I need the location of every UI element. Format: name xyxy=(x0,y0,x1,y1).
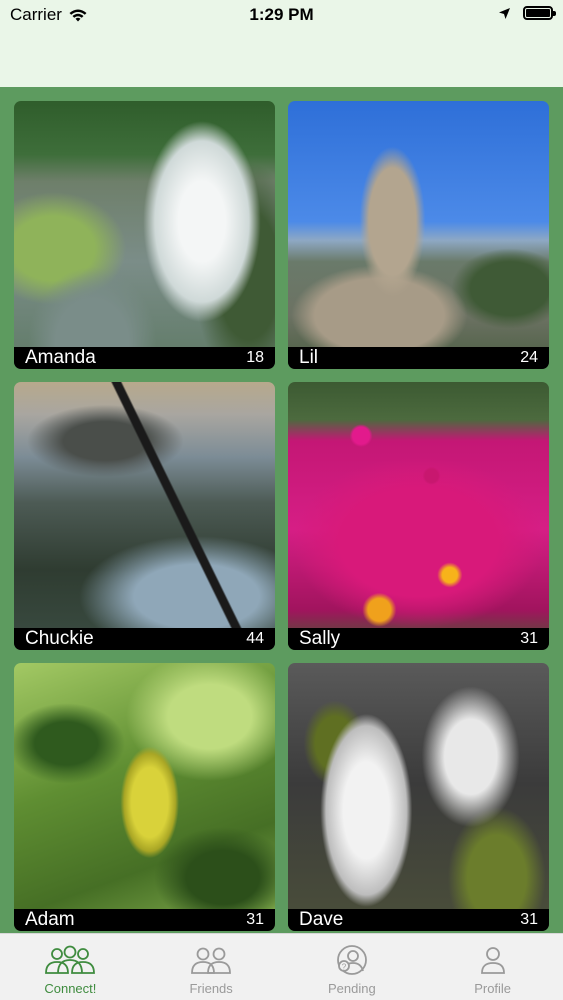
status-time: 1:29 PM xyxy=(249,5,314,24)
battery-icon xyxy=(523,6,556,20)
card-name: Sally xyxy=(299,628,341,649)
tab-profile[interactable]: Profile xyxy=(422,934,563,1000)
profile-icon xyxy=(465,944,521,976)
tab-label: Friends xyxy=(189,981,233,996)
card-adam[interactable]: Adam 31 xyxy=(14,663,275,931)
card-name: Lil xyxy=(299,347,319,368)
card-count: 18 xyxy=(246,349,264,366)
svg-text:?: ? xyxy=(342,963,347,972)
card-count: 31 xyxy=(520,911,538,928)
card-name: Dave xyxy=(299,909,344,930)
card-name: Adam xyxy=(25,909,75,930)
card-count: 24 xyxy=(520,349,538,366)
card-count: 44 xyxy=(246,630,264,647)
card-name: Amanda xyxy=(25,347,96,368)
card-label: Adam 31 xyxy=(14,909,275,931)
status-bar: Carrier 1:29 PM xyxy=(0,0,563,30)
tab-label: Pending xyxy=(328,981,376,996)
connect-grid: Amanda 18 Lil 24 Chuckie 44 Sally 31 Ada… xyxy=(0,87,563,933)
card-label: Sally 31 xyxy=(288,628,549,650)
tab-pending[interactable]: ? Pending xyxy=(282,934,423,1000)
tab-label: Profile xyxy=(474,981,512,996)
tab-connect[interactable]: Connect! xyxy=(0,934,141,1000)
navigation-bar xyxy=(0,30,563,87)
photo-waterfall xyxy=(14,101,275,369)
status-right xyxy=(498,6,556,20)
card-name: Chuckie xyxy=(25,628,94,649)
card-count: 31 xyxy=(520,630,538,647)
card-count: 31 xyxy=(246,911,264,928)
tab-bar: Connect! Friends ? Pending Profile xyxy=(0,933,563,1000)
card-label: Amanda 18 xyxy=(14,347,275,369)
photo-flowers xyxy=(288,382,549,650)
group-icon xyxy=(42,944,98,976)
photo-river-fishing xyxy=(14,382,275,650)
tab-friends[interactable]: Friends xyxy=(141,934,282,1000)
card-chuckie[interactable]: Chuckie 44 xyxy=(14,382,275,650)
pending-icon: ? xyxy=(324,944,380,976)
card-label: Lil 24 xyxy=(288,347,549,369)
card-label: Dave 31 xyxy=(288,909,549,931)
tab-label: Connect! xyxy=(44,981,97,996)
card-lil[interactable]: Lil 24 xyxy=(288,101,549,369)
friends-icon xyxy=(183,944,239,976)
card-sally[interactable]: Sally 31 xyxy=(288,382,549,650)
card-amanda[interactable]: Amanda 18 xyxy=(14,101,275,369)
card-dave[interactable]: Dave 31 xyxy=(288,663,549,931)
photo-leaves xyxy=(14,663,275,931)
photo-rock-summit xyxy=(288,101,549,369)
card-label: Chuckie 44 xyxy=(14,628,275,650)
location-arrow-icon xyxy=(499,7,510,19)
photo-waterfall-rocks xyxy=(288,663,549,931)
